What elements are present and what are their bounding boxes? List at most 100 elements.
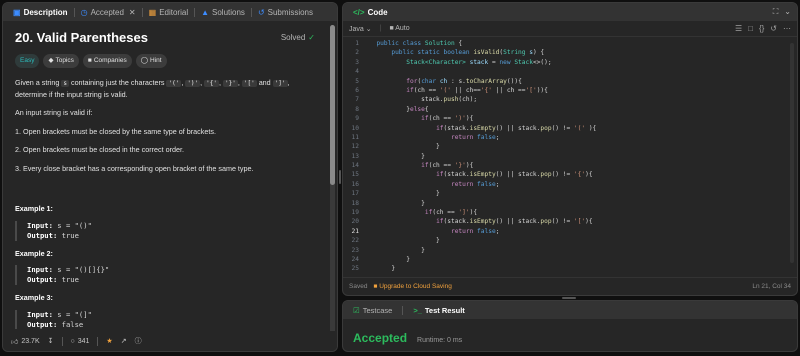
line-source: if(ch == ']'){ <box>424 209 478 217</box>
tab-description[interactable]: ▣ Description <box>9 3 72 21</box>
code-line[interactable]: 20 if(stack.isEmpty() || stack.pop() != … <box>343 217 797 226</box>
tab-divider <box>141 7 143 17</box>
code-line[interactable]: 21 return false; <box>343 227 797 236</box>
code-panel: </> Code ⛶ ⌄ Java ⌄ | ■ Auto ☰ □ {} ↺ ⋯ … <box>342 2 798 296</box>
tab-test-result[interactable]: >_ Test Result <box>409 301 468 319</box>
chevron-down-icon[interactable]: ⌄ <box>784 7 791 17</box>
problem-statement: Given a string s containing just the cha… <box>15 78 290 99</box>
code-line[interactable]: 14 if(ch == '}'){ <box>343 161 797 170</box>
line-number: 19 <box>351 209 359 217</box>
topics-chip[interactable]: ◆ Topics <box>43 53 79 68</box>
tab-divider <box>250 7 252 17</box>
rule-item: 2. Open brackets must be closed in the c… <box>15 145 184 154</box>
line-source: } <box>369 265 396 273</box>
code-line[interactable]: 18 } <box>343 199 797 208</box>
scrollbar-thumb[interactable] <box>330 25 335 185</box>
code-icon: </> <box>353 7 365 17</box>
star-icon[interactable]: ★ <box>106 337 112 345</box>
lock-icon: ■ <box>389 25 394 32</box>
code-line[interactable]: 24 } <box>343 255 797 264</box>
line-source: if(ch == ')'){ <box>421 115 474 123</box>
line-source: Stack<Character> stack = new Stack<>(); <box>406 58 552 66</box>
left-tab-bar: ▣ Description ◷ Accepted ✕ ▦ Editorial ▲… <box>3 3 337 21</box>
tab-testcase[interactable]: ☑ Testcase <box>349 301 396 319</box>
tab-editorial[interactable]: ▦ Editorial <box>145 3 192 21</box>
tab-accepted[interactable]: ◷ Accepted ✕ <box>77 3 140 21</box>
companies-chip[interactable]: ■ Companies <box>82 53 132 68</box>
auto-mode-toggle[interactable]: ■ Auto <box>389 25 409 32</box>
code-line[interactable]: 9 if(ch == ')'){ <box>343 114 797 123</box>
problem-title: 20. Valid Parentheses <box>15 30 148 45</box>
valid-intro: An input string is valid if: <box>15 108 93 117</box>
document-icon: ▣ <box>13 7 21 17</box>
line-number: 4 <box>355 68 359 76</box>
code-line[interactable]: 22 } <box>343 236 797 245</box>
maximize-icon[interactable]: ⛶ <box>773 7 779 17</box>
reset-icon[interactable]: ↺ <box>770 24 777 33</box>
code-line[interactable]: 3 Stack<Character> stack = new Stack<>()… <box>343 58 797 67</box>
line-source: if(stack.isEmpty() || stack.pop() != '('… <box>436 124 597 132</box>
help-icon[interactable]: ⓘ <box>135 336 142 346</box>
problem-chips: Easy ◆ Topics ■ Companies ◯ Hint <box>15 53 315 68</box>
example-block: Input: s = "()[]{}" Output: true <box>15 265 315 285</box>
code-line[interactable]: 11 return false; <box>343 133 797 142</box>
code-line[interactable]: 23 } <box>343 246 797 255</box>
line-source: } <box>369 246 425 254</box>
hint-chip[interactable]: ◯ Hint <box>135 53 167 68</box>
result-tab-bar: ☑ Testcase >_ Test Result <box>343 301 797 319</box>
editor-toolbar: Java ⌄ | ■ Auto ☰ □ {} ↺ ⋯ <box>343 21 797 37</box>
line-number: 22 <box>351 237 359 245</box>
code-line[interactable]: 6 if(ch == '(' || ch=='{' || ch =='[')){ <box>343 86 797 95</box>
horizontal-resize-handle[interactable] <box>562 297 576 299</box>
code-line[interactable]: 12 } <box>343 142 797 151</box>
line-source: } <box>369 143 440 151</box>
rule-item: 3. Every close bracket has a correspondi… <box>15 163 254 173</box>
line-number: 8 <box>355 105 359 113</box>
tab-divider <box>402 305 404 315</box>
share-icon[interactable]: ↗ <box>121 337 127 345</box>
line-number: 17 <box>351 190 359 198</box>
like-button[interactable]: 👍︎ 23.7K <box>11 337 40 346</box>
thumbs-down-icon[interactable]: ↧ <box>48 337 54 345</box>
tab-divider <box>194 7 196 17</box>
settings-icon[interactable]: ⋯ <box>783 24 791 33</box>
code-line[interactable]: 5 for(char ch : s.toCharArray()){ <box>343 77 797 86</box>
code-line[interactable]: 25 } <box>343 264 797 273</box>
code-editor[interactable]: 1 public class Solution {2 public static… <box>343 39 797 279</box>
line-source: } <box>369 152 425 160</box>
code-line[interactable]: 4 <box>343 67 797 76</box>
code-tab-bar: </> Code ⛶ ⌄ <box>343 3 797 21</box>
code-line[interactable]: 7 stack.push(ch); <box>343 95 797 104</box>
tab-code[interactable]: </> Code <box>349 3 392 21</box>
bookmark-icon[interactable]: □ <box>748 24 753 33</box>
code-line[interactable]: 15 if(stack.isEmpty() || stack.pop() != … <box>343 170 797 179</box>
tab-solutions[interactable]: ▲ Solutions <box>197 3 249 21</box>
line-number: 5 <box>355 77 359 85</box>
code-line[interactable]: 16 return false; <box>343 180 797 189</box>
problem-description: 20. Valid Parentheses Solved ✓ Easy ◆ Top… <box>3 21 327 329</box>
close-icon[interactable]: ✕ <box>129 8 136 17</box>
line-number: 12 <box>351 143 359 151</box>
editor-scrollbar[interactable] <box>790 43 794 263</box>
line-source: if(ch == '(' || ch=='{' || ch =='[')){ <box>406 86 548 94</box>
line-number: 10 <box>351 124 359 132</box>
upgrade-cloud-link[interactable]: ■ Upgrade to Cloud Saving <box>373 283 451 290</box>
tab-submissions[interactable]: ↺ Submissions <box>254 3 317 21</box>
code-line[interactable]: 8 }else{ <box>343 105 797 114</box>
braces-icon[interactable]: {} <box>759 24 764 33</box>
code-line[interactable]: 10 if(stack.isEmpty() || stack.pop() != … <box>343 124 797 133</box>
description-scrollbar[interactable] <box>330 25 335 335</box>
line-source: public static boolean isValid(String s) … <box>391 49 545 57</box>
language-select[interactable]: Java ⌄ <box>349 25 372 33</box>
vertical-resize-handle[interactable] <box>339 170 341 184</box>
code-line[interactable]: 13 } <box>343 152 797 161</box>
checkbox-icon: ☑ <box>353 305 360 315</box>
code-line[interactable]: 1 public class Solution { <box>343 39 797 48</box>
comments-button[interactable]: ○ 341 <box>71 338 90 345</box>
code-line[interactable]: 19 if(ch == ']'){ <box>343 208 797 217</box>
result-summary: Accepted Runtime: 0 ms <box>353 331 462 345</box>
code-line[interactable]: 2 public static boolean isValid(String s… <box>343 48 797 57</box>
notes-icon[interactable]: ☰ <box>735 24 742 33</box>
history-icon: ↺ <box>257 7 265 17</box>
code-line[interactable]: 17 } <box>343 189 797 198</box>
